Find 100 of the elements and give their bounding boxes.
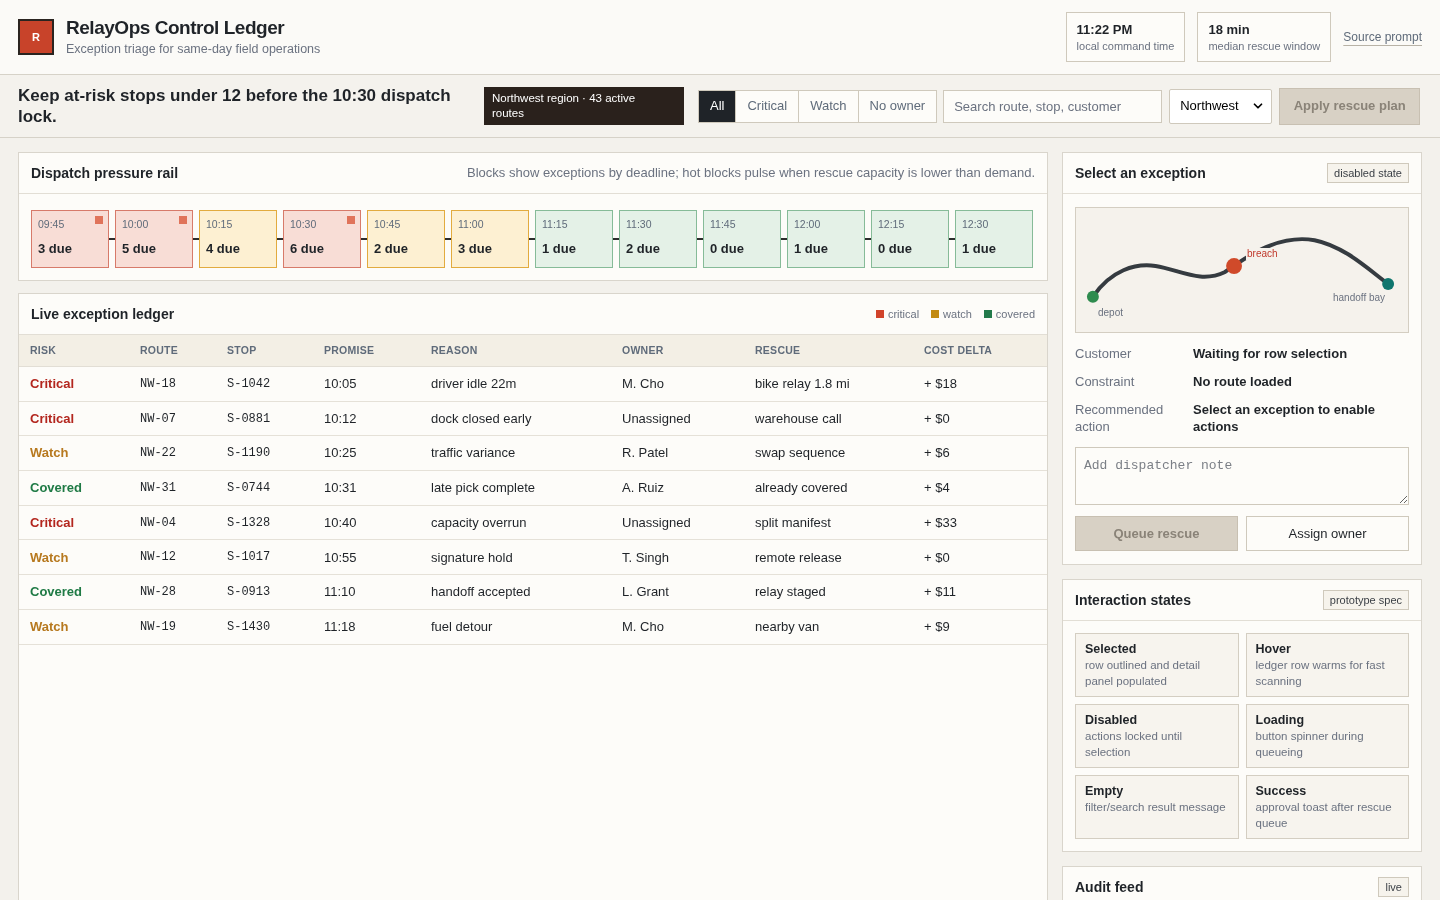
stat-value: 18 min <box>1208 20 1251 38</box>
filter-tab[interactable]: Critical <box>735 90 799 122</box>
search-field[interactable]: Search route, stop, customer <box>943 89 1163 123</box>
risk-cell-text: Critical <box>29 375 76 394</box>
state-description: approval toast after rescue queue <box>1255 800 1393 831</box>
rescue-cell-text: swap sequence <box>754 444 847 463</box>
route-cell-text: NW-22 <box>139 445 177 463</box>
panel-tag: live <box>1378 877 1409 897</box>
column-header: RISK <box>29 342 58 358</box>
column-header: RESCUE <box>754 342 802 358</box>
cost-delta-cell-text: + $4 <box>923 479 951 498</box>
owner-cell-text: T. Singh <box>621 548 670 567</box>
stop-cell-text: S-1017 <box>226 549 272 567</box>
rescue-cell-text: bike relay 1.8 mi <box>754 375 851 394</box>
rail-note: Blocks show exceptions by deadline; hot blocks pulse when rescue capacity is lower than demand. <box>467 164 1035 183</box>
promise-cell-text: 10:25 <box>323 444 358 463</box>
panel-tag: prototype spec <box>1322 590 1409 610</box>
risk-cell-text: Covered <box>29 479 84 498</box>
stat-value: 11:22 PM <box>1076 20 1134 38</box>
route-cell-text: NW-18 <box>139 375 177 393</box>
column-header: PROMISE <box>323 342 376 358</box>
block-due-count: 0 due <box>710 241 745 257</box>
rescue-cell-text: already covered <box>754 479 849 498</box>
panel-title: Audit feed <box>1075 877 1144 897</box>
block-time: 11:00 <box>458 217 485 231</box>
reason-cell-text: capacity overrun <box>430 513 528 532</box>
cost-delta-cell-text: + $11 <box>923 583 957 602</box>
promise-cell-text: 10:55 <box>323 548 358 567</box>
rescue-cell-text: nearby van <box>754 617 821 636</box>
block-time: 12:30 <box>962 217 990 231</box>
block-due-count: 3 due <box>38 241 73 257</box>
column-header: COST DELTA <box>923 342 994 358</box>
reason-cell-text: signature hold <box>430 548 514 567</box>
region-select[interactable]: Northwest <box>1169 88 1273 124</box>
block-due-count: 4 due <box>206 241 241 257</box>
filter-tab[interactable]: No owner <box>857 90 937 122</box>
app-title: RelayOps Control Ledger <box>66 16 286 40</box>
column-header: REASON <box>430 342 479 358</box>
block-time: 10:00 <box>122 217 150 231</box>
rescue-cell-text: split manifest <box>754 513 832 532</box>
route-cell-text: NW-31 <box>139 479 177 497</box>
field-label: Constraint <box>1075 373 1136 390</box>
reason-cell-text: handoff accepted <box>430 583 532 602</box>
cost-delta-cell-text: + $33 <box>923 513 958 532</box>
risk-cell-text: Critical <box>29 513 76 532</box>
legend-label: covered <box>995 306 1035 322</box>
action-button[interactable]: Assign owner <box>1246 516 1409 551</box>
block-time: 09:45 <box>38 217 66 231</box>
state-title: Loading <box>1255 712 1306 728</box>
rescue-cell-text: warehouse call <box>754 409 843 428</box>
block-due-count: 0 due <box>878 241 913 257</box>
column-header: STOP <box>226 342 258 358</box>
block-due-count: 6 due <box>290 241 325 257</box>
map-label: depot <box>1098 306 1124 320</box>
promise-cell-text: 10:31 <box>323 479 358 498</box>
column-header: ROUTE <box>139 342 180 358</box>
reason-cell-text: driver idle 22m <box>430 375 518 394</box>
risk-cell-text: Watch <box>29 444 70 463</box>
stop-cell-text: S-1328 <box>226 514 272 532</box>
block-time: 10:15 <box>206 217 234 231</box>
block-due-count: 1 due <box>542 241 577 257</box>
filter-tab[interactable]: All <box>699 90 736 122</box>
state-description: filter/search result message <box>1085 800 1227 815</box>
block-time: 12:15 <box>878 217 906 231</box>
filter-tab[interactable]: Watch <box>798 90 858 122</box>
app-subtitle: Exception triage for same-day field operations <box>66 41 321 58</box>
block-time: 11:45 <box>710 217 737 231</box>
panel-title: Interaction states <box>1075 590 1191 610</box>
panel-title: Live exception ledger <box>31 304 175 324</box>
block-due-count: 1 due <box>794 241 829 257</box>
field-label: Recommended action <box>1075 401 1165 435</box>
block-due-count: 3 due <box>458 241 493 257</box>
risk-cell-text: Watch <box>29 548 70 567</box>
cost-delta-cell-text: + $18 <box>923 375 958 394</box>
cost-delta-cell-text: + $6 <box>923 444 951 463</box>
reason-cell-text: traffic variance <box>430 444 517 463</box>
cost-delta-cell-text: + $9 <box>923 617 951 636</box>
state-description: ledger row warms for fast scanning <box>1255 658 1386 689</box>
state-description: row outlined and detail panel populated <box>1085 658 1202 689</box>
stop-cell-text: S-1042 <box>226 375 272 393</box>
stop-cell-text: S-0744 <box>226 479 272 497</box>
note-field[interactable]: Add dispatcher note <box>1075 447 1409 505</box>
risk-cell-text: Watch <box>29 617 70 636</box>
map-label: handoff bay <box>1333 291 1386 305</box>
state-title: Empty <box>1085 783 1125 799</box>
block-due-count: 2 due <box>374 241 409 257</box>
region-banner: Northwest region · 43 active routes <box>484 87 684 125</box>
stat-label: local command time <box>1076 38 1175 54</box>
block-time: 11:30 <box>626 217 653 231</box>
state-description: button spinner during queueing <box>1255 729 1365 760</box>
owner-cell-text: L. Grant <box>621 583 670 602</box>
state-title: Success <box>1255 783 1308 799</box>
block-due-count: 5 due <box>122 241 157 257</box>
cost-delta-cell-text: + $0 <box>923 548 951 567</box>
reason-cell-text: fuel detour <box>430 617 494 636</box>
reason-cell-text: late pick complete <box>430 479 537 498</box>
source-prompt-link[interactable]: Source prompt <box>1343 28 1422 46</box>
field-value: No route loaded <box>1193 373 1293 390</box>
route-cell-text: NW-12 <box>139 549 177 567</box>
risk-cell-text: Covered <box>29 583 84 602</box>
